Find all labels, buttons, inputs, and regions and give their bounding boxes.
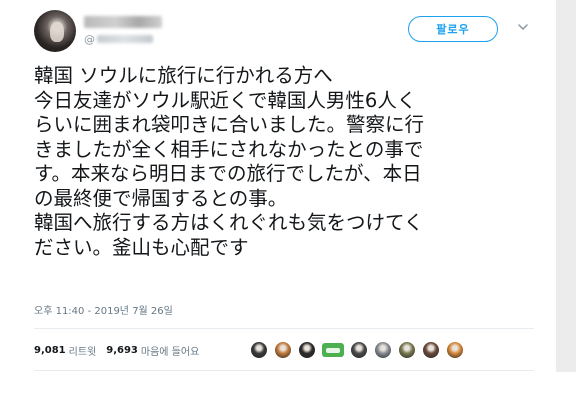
tweet-text-line: の最終便で帰国するとの事。 [34,186,288,210]
badge-mark [326,347,340,353]
chevron-down-icon[interactable] [516,20,530,34]
tweet-text-line: 今日友達がソウル駅近くで韓国人男性6人く [34,88,417,112]
tweet-text-line: 韓国へ旅行する方はくれぐれも気をつけてく [34,211,424,234]
retweet-label[interactable]: 리트윗 [69,343,97,358]
avatar-green-badge-icon[interactable] [322,343,344,357]
author-name-blurred[interactable] [84,16,162,28]
tweet-text-line: す。本来なら明日までの旅行でしたが、本日 [34,162,422,185]
avatar-figure [50,22,64,42]
tweet-card: @ 팔로우 韓国 ソウルに旅行に行かれる方へ 今日友達がソウル駅近くで韓国人男性… [0,0,556,372]
divider [34,328,534,329]
avatar-colorful-icon[interactable] [446,341,464,359]
tweet-stats: 9,081 리트윗 9,693 마음에 들어요 [34,340,209,360]
like-label[interactable]: 마음에 들어요 [141,343,199,358]
avatar-dark-icon[interactable] [250,341,268,359]
divider [34,370,534,371]
avatar-gray-icon[interactable] [374,341,392,359]
author-avatar[interactable] [34,10,76,52]
tweet-text: 韓国 ソウルに旅行に行かれる方へ 今日友達がソウル駅近くで韓国人男性6人く らい… [34,64,534,260]
liker-avatars [250,340,470,360]
follow-button[interactable]: 팔로우 [408,16,498,42]
screenshot-page: @ 팔로우 韓国 ソウルに旅行に行かれる方へ 今日友達がソウル駅近くで韓国人男性… [0,0,576,396]
handle-blurred [97,35,153,43]
retweet-count[interactable]: 9,081 [34,345,66,356]
avatar-sunset-icon[interactable] [274,341,292,359]
tweet-text-line: 韓国 ソウルに旅行に行かれる方へ [34,64,333,87]
handle-at-sign: @ [84,32,95,46]
avatar-figure-icon[interactable] [298,341,316,359]
avatar-dark-2-icon[interactable] [350,341,368,359]
avatar-brown-icon[interactable] [422,341,440,359]
page-bottom [0,372,576,396]
tweet-text-line: ださい。釜山も心配です [34,235,249,259]
tweet-text-line: きましたが全く相手にされなかったとの事で [34,137,424,161]
tweet-timestamp[interactable]: 오후 11:40 - 2019년 7월 26일 [34,302,173,317]
tweet-text-line: らいに囲まれ袋叩きに合いました。警察に行 [34,113,425,136]
like-count[interactable]: 9,693 [106,345,138,356]
avatar-olive-icon[interactable] [398,341,416,359]
scrollbar[interactable] [556,0,576,380]
author-handle[interactable]: @ [84,32,153,46]
